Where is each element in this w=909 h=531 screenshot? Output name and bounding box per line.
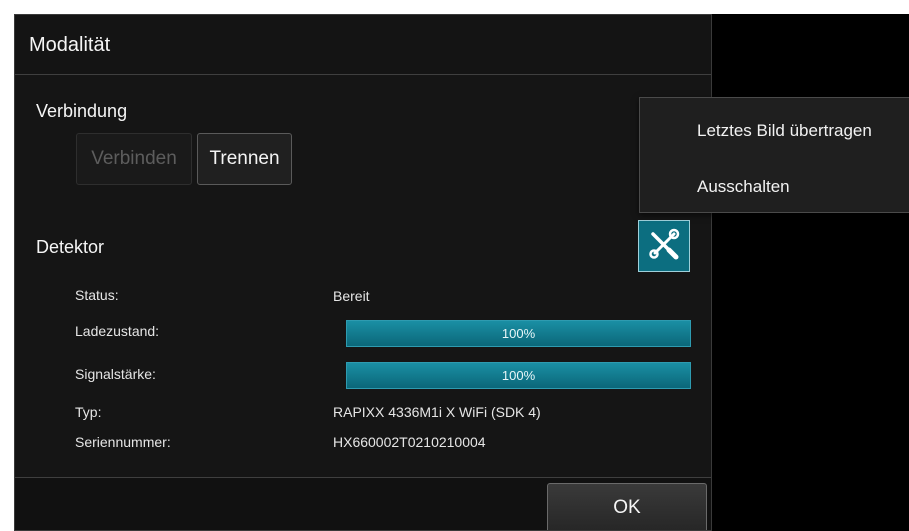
dialog-title: Modalität (29, 34, 111, 56)
signal-progress-text: 100% (501, 368, 536, 383)
tools-button[interactable] (638, 220, 690, 272)
connect-button-label: Verbinden (91, 148, 177, 169)
disconnect-button[interactable]: Trennen (197, 133, 292, 185)
background-area (712, 14, 909, 531)
dialog-header: Modalität (15, 15, 711, 75)
serial-label: Seriennummer: (75, 434, 171, 450)
type-value: RAPIXX 4336M1i X WiFi (SDK 4) (333, 404, 541, 420)
signal-label: Signalstärke: (75, 366, 156, 382)
charge-label: Ladezustand: (75, 323, 160, 339)
modality-dialog: Modalität Verbindung Verbinden Trennen D… (14, 14, 712, 531)
ok-button-label: OK (613, 497, 641, 518)
connect-button[interactable]: Verbinden (76, 133, 192, 185)
menu-item-power-off[interactable]: Ausschalten (697, 177, 790, 197)
detector-heading: Detektor (36, 237, 105, 257)
charge-progress-bar: 100% (346, 320, 691, 347)
disconnect-button-label: Trennen (209, 148, 280, 169)
status-value: Bereit (333, 288, 370, 304)
status-label: Status: (75, 287, 119, 303)
type-label: Typ: (75, 404, 102, 420)
ok-button[interactable]: OK (547, 483, 707, 530)
tools-icon (647, 227, 681, 266)
serial-value: HX660002T0210210004 (333, 434, 486, 450)
charge-progress-text: 100% (501, 326, 536, 341)
connection-heading: Verbindung (36, 101, 128, 121)
signal-progress-bar: 100% (346, 362, 691, 389)
menu-item-transfer-last-image[interactable]: Letztes Bild übertragen (697, 121, 872, 141)
context-menu: Letztes Bild übertragen Ausschalten (639, 97, 909, 213)
